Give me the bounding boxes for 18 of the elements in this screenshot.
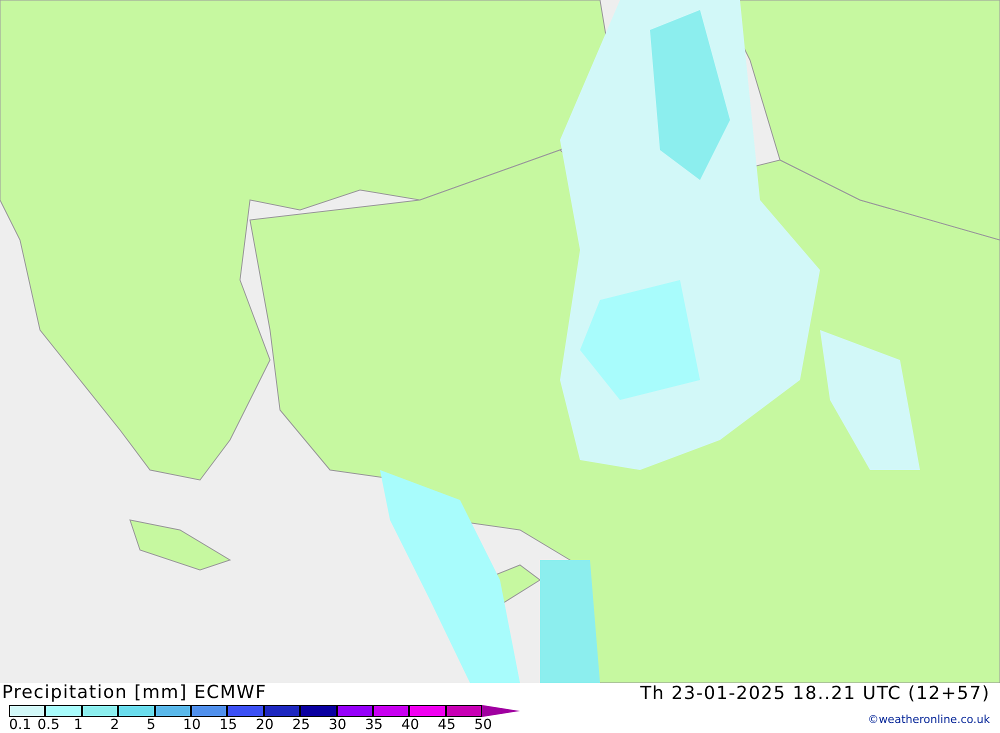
legend-label: 0.1 <box>9 717 32 733</box>
legend-label: 45 <box>438 717 456 733</box>
legend-label: 1 <box>74 717 83 733</box>
legend-label: 30 <box>328 717 346 733</box>
legend-label: 10 <box>183 717 201 733</box>
legend-label: 0.5 <box>37 717 60 733</box>
legend-label: 40 <box>401 717 420 733</box>
legend-label: 50 <box>474 717 492 733</box>
legend-label: 5 <box>146 717 156 733</box>
legend-label: 15 <box>219 717 238 733</box>
legend-label: 2 <box>110 717 120 733</box>
legend-label: 35 <box>365 717 383 733</box>
chart-title: Precipitation [mm] ECMWF <box>2 683 268 703</box>
legend-label: 20 <box>256 717 274 733</box>
legend-label: 25 <box>292 717 310 733</box>
credit-link[interactable]: ©weatheronline.co.uk <box>868 713 990 727</box>
valid-time: Th 23-01-2025 18..21 UTC (12+57) <box>640 683 990 705</box>
legend-arrow-icon <box>482 705 520 717</box>
